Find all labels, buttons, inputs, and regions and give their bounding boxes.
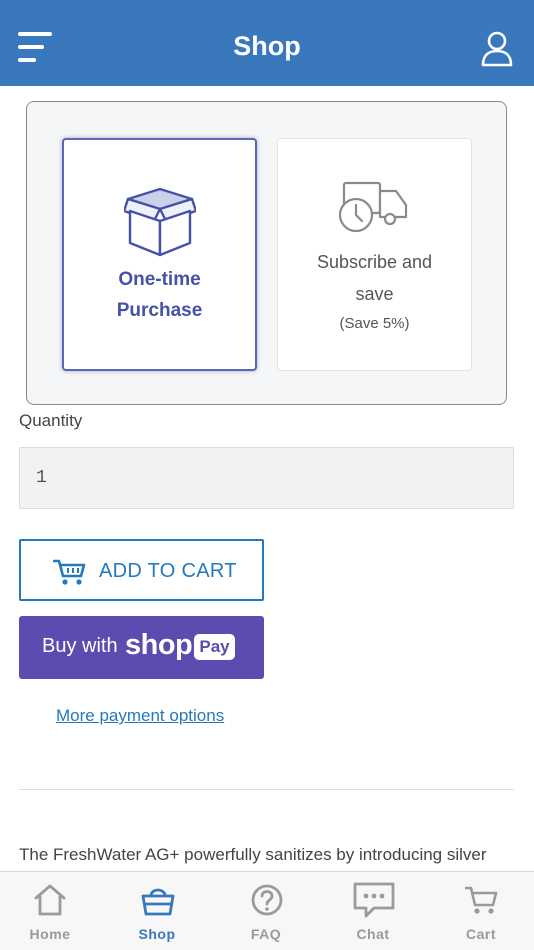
nav-label-home: Home [29, 926, 71, 942]
nav-tab-faq[interactable]: FAQ [221, 872, 311, 950]
quantity-input[interactable] [19, 447, 514, 509]
chat-icon [353, 882, 395, 918]
nav-label-faq: FAQ [250, 926, 282, 942]
home-icon [34, 884, 66, 916]
shop-pay-badge: Pay [194, 634, 235, 660]
shopping-basket-icon [141, 888, 175, 916]
nav-tab-chat[interactable]: Chat [328, 872, 418, 950]
nav-tab-shop[interactable]: Shop [112, 872, 202, 950]
purchase-options-panel: One-time Purchase Subscribe and save (Sa… [26, 101, 507, 405]
cart-icon [52, 558, 87, 591]
subscribe-save-note: (Save 5%) [339, 315, 410, 332]
shop-pay-logo: shop [125, 629, 193, 661]
one-time-label-line2: Purchase [116, 300, 203, 321]
one-time-label-line1: One-time [118, 269, 201, 290]
add-to-cart-label: ADD TO CART [99, 560, 237, 582]
nav-label-shop: Shop [138, 926, 176, 942]
user-account-icon[interactable] [480, 31, 514, 67]
nav-tab-home[interactable]: Home [5, 872, 95, 950]
nav-tab-cart[interactable]: Cart [436, 872, 526, 950]
nav-label-chat: Chat [356, 926, 390, 942]
bottom-nav-bar: Home Shop FAQ Chat Cart [0, 871, 534, 950]
nav-label-cart: Cart [465, 926, 496, 942]
subscribe-label-line2: save [355, 284, 394, 304]
more-payment-options-link[interactable]: More payment options [56, 706, 224, 726]
cart-icon [465, 886, 498, 914]
quantity-label: Quantity [19, 411, 83, 430]
box-icon [122, 187, 198, 262]
question-icon [251, 884, 283, 916]
subscribe-and-save-option[interactable]: Subscribe and save (Save 5%) [277, 138, 472, 371]
add-to-cart-button[interactable]: ADD TO CART [19, 539, 264, 601]
page-title: Shop [233, 31, 301, 61]
shop-pay-prefix: Buy with [42, 635, 118, 657]
shop-pay-button[interactable]: Buy with shop Pay [19, 616, 264, 679]
app-header: Shop [0, 0, 534, 86]
product-description: The FreshWater AG+ powerfully sanitizes … [19, 845, 487, 864]
subscribe-label-line1: Subscribe and [316, 252, 433, 272]
delivery-truck-icon [338, 179, 410, 240]
one-time-purchase-option[interactable]: One-time Purchase [62, 138, 257, 371]
divider [19, 789, 514, 790]
